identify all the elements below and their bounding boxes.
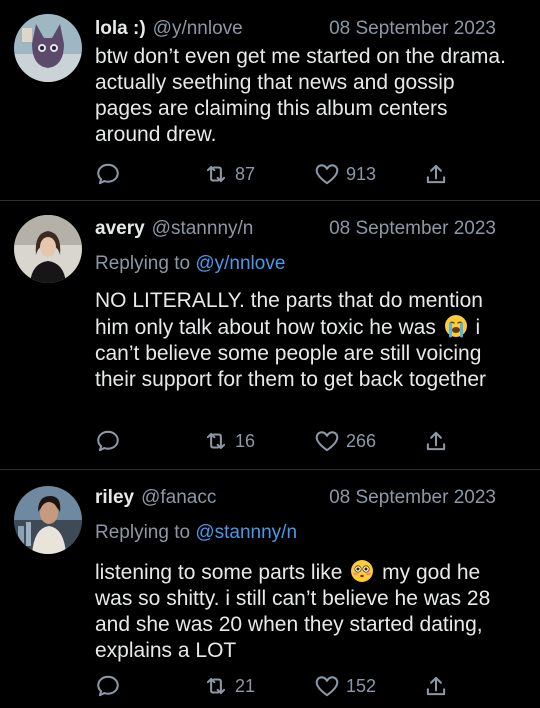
replying-to-label: Replying to: [95, 253, 191, 274]
reply-icon: [97, 163, 119, 185]
tweet-text-part-1: listening to some parts like: [95, 561, 343, 584]
share-button[interactable]: [423, 672, 449, 700]
reply-icon: [97, 430, 119, 452]
share-icon: [426, 431, 446, 451]
tweet-3[interactable]: riley @fanacc 08 September 2023 Replying…: [0, 470, 540, 708]
tweet-date[interactable]: 08 September 2023: [329, 487, 496, 509]
tweet-date[interactable]: 08 September 2023: [329, 218, 496, 240]
like-icon: [315, 676, 339, 697]
user-handle[interactable]: @fanacc: [141, 487, 216, 509]
display-name[interactable]: riley: [95, 487, 134, 509]
like-icon: [315, 164, 339, 185]
replying-to-mention[interactable]: @y/nnlove: [195, 253, 285, 274]
action-bar: 21 152: [95, 672, 455, 700]
reply-icon: [97, 675, 119, 697]
avatar-image-person: [14, 215, 82, 283]
tweet-header: lola :) @y/nnlove 08 September 2023: [95, 18, 496, 42]
like-button[interactable]: 152: [314, 672, 376, 700]
replying-to-label: Replying to: [95, 522, 191, 543]
share-icon: [426, 676, 446, 696]
loudly-crying-face-icon: [444, 314, 468, 338]
replying-to: Replying to @y/nnlove: [95, 253, 285, 275]
share-button[interactable]: [423, 160, 449, 188]
action-bar: 16 266: [95, 427, 455, 455]
display-name[interactable]: lola :): [95, 18, 146, 40]
retweet-icon: [206, 432, 226, 450]
avatar[interactable]: [14, 14, 82, 82]
retweet-count: 21: [235, 675, 256, 696]
replying-to: Replying to @stannny/n: [95, 522, 297, 544]
user-handle[interactable]: @y/nnlove: [153, 18, 243, 40]
user-handle[interactable]: @stannny/n: [152, 218, 254, 240]
retweet-count: 16: [235, 430, 256, 451]
like-button[interactable]: 266: [314, 427, 376, 455]
tweet-text: NO LITERALLY. the parts that do mention …: [95, 288, 515, 393]
reply-button[interactable]: [95, 427, 121, 455]
reply-button[interactable]: [95, 160, 121, 188]
like-button[interactable]: 913: [314, 160, 376, 188]
retweet-count: 87: [235, 163, 256, 184]
like-count: 266: [346, 430, 377, 451]
tweet-1[interactable]: lola :) @y/nnlove 08 September 2023 btw …: [0, 0, 540, 200]
reply-button[interactable]: [95, 672, 121, 700]
retweet-button[interactable]: 16: [203, 427, 255, 455]
avatar-image-cat: [14, 14, 82, 82]
retweet-icon: [206, 677, 226, 695]
action-bar: 87 913: [95, 160, 455, 188]
tweet-text: btw don’t even get me started on the dra…: [95, 45, 506, 146]
tweet-header: avery @stannny/n 08 September 2023: [95, 218, 496, 242]
tweet-header: riley @fanacc 08 September 2023: [95, 487, 496, 511]
retweet-icon: [206, 165, 226, 183]
flushed-face-icon: [350, 559, 374, 583]
retweet-button[interactable]: 87: [203, 160, 255, 188]
tweet-text: listening to some parts like my god he w…: [95, 559, 515, 664]
avatar-image-person: [14, 486, 82, 554]
avatar[interactable]: [14, 486, 82, 554]
tweet-text-part-1: NO LITERALLY. the parts that do mention …: [95, 289, 483, 339]
tweet-2[interactable]: avery @stannny/n 08 September 2023 Reply…: [0, 201, 540, 469]
replying-to-mention[interactable]: @stannny/n: [195, 522, 297, 543]
display-name[interactable]: avery: [95, 218, 145, 240]
like-count: 152: [346, 675, 377, 696]
share-icon: [426, 164, 446, 184]
retweet-button[interactable]: 21: [203, 672, 255, 700]
avatar[interactable]: [14, 215, 82, 283]
like-count: 913: [346, 163, 377, 184]
tweet-date[interactable]: 08 September 2023: [329, 18, 496, 40]
share-button[interactable]: [423, 427, 449, 455]
like-icon: [315, 431, 339, 452]
